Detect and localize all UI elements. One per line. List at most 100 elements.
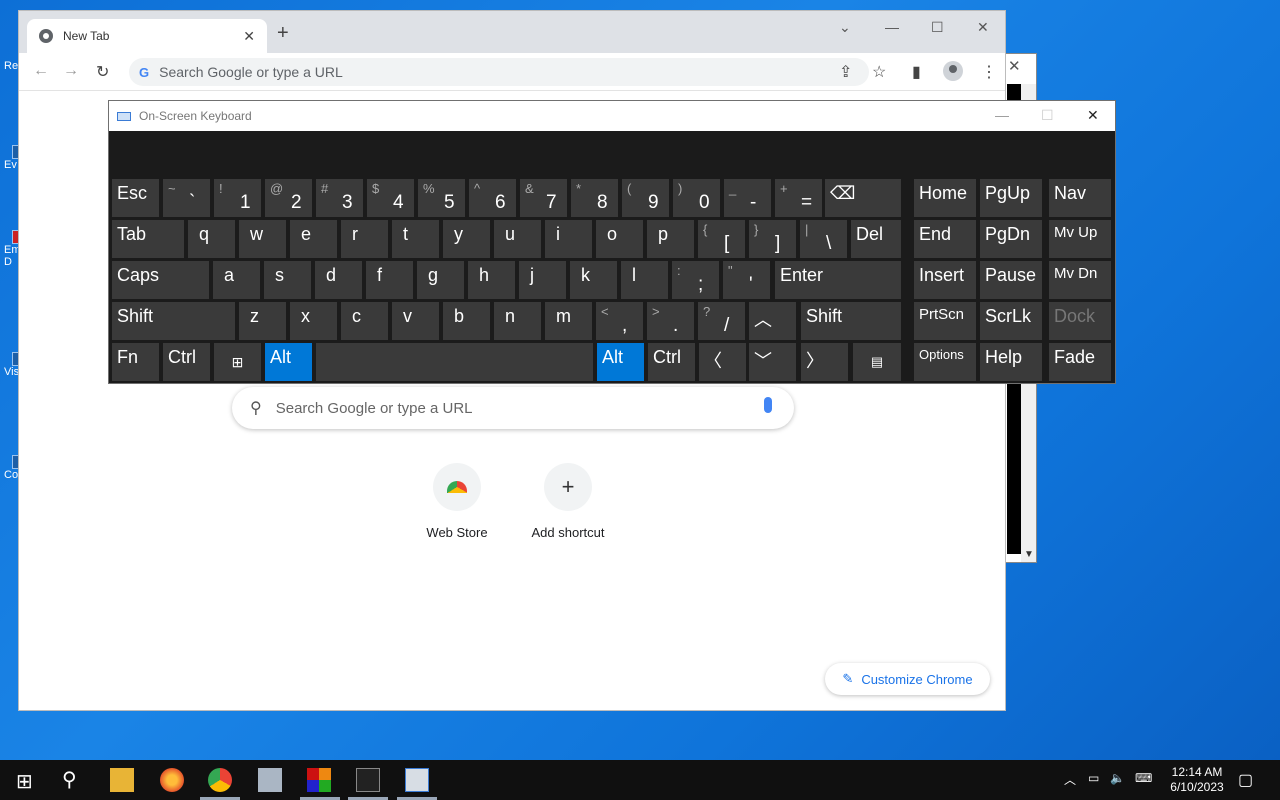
key-space[interactable]	[316, 343, 593, 381]
app-icon[interactable]	[307, 768, 331, 792]
key--[interactable]: _ -	[724, 179, 771, 217]
key-shift-right[interactable]: Shift	[801, 302, 901, 340]
key-esc[interactable]: Esc	[112, 179, 159, 217]
key-enter[interactable]: Enter	[775, 261, 901, 299]
terminal-icon[interactable]	[356, 768, 380, 792]
customize-chrome-button[interactable]: ✎ Customize Chrome	[825, 663, 990, 695]
key-0[interactable]: ) 0	[673, 179, 720, 217]
reload-button[interactable]: ↻	[96, 62, 109, 82]
star-icon[interactable]: ☆	[872, 62, 886, 82]
key-x[interactable]: x	[290, 302, 337, 340]
volume-icon[interactable]: 🔈	[1110, 771, 1125, 785]
key-a[interactable]: a	[213, 261, 260, 299]
key-tab[interactable]: Tab	[112, 220, 184, 258]
key-sym[interactable]: " '	[723, 261, 770, 299]
key-del[interactable]: Del	[851, 220, 901, 258]
key-prtscn[interactable]: PrtScn	[914, 302, 976, 340]
start-button[interactable]: ⊞	[16, 769, 33, 794]
key-sym[interactable]: ? /	[698, 302, 745, 340]
close-window-button[interactable]: ✕	[977, 19, 989, 36]
minimize-button[interactable]: —	[995, 107, 1009, 123]
key-3[interactable]: #3	[316, 179, 363, 217]
key-7[interactable]: & 7	[520, 179, 567, 217]
key-p[interactable]: p	[647, 220, 694, 258]
key-fade[interactable]: Fade	[1049, 343, 1111, 381]
key-b[interactable]: b	[443, 302, 490, 340]
key-9[interactable]: (9	[622, 179, 669, 217]
key-5[interactable]: % 5	[418, 179, 465, 217]
ntp-search-box[interactable]: ⚲ Search Google or type a URL	[232, 387, 794, 429]
key-mvdn[interactable]: Mv Dn	[1049, 261, 1111, 299]
key-r[interactable]: r	[341, 220, 388, 258]
microphone-icon[interactable]	[764, 397, 772, 413]
file-explorer-icon[interactable]	[110, 768, 134, 792]
key-e[interactable]: e	[290, 220, 337, 258]
app-icon[interactable]	[258, 768, 282, 792]
key-h[interactable]: h	[468, 261, 515, 299]
key-j[interactable]: j	[519, 261, 566, 299]
key-y[interactable]: y	[443, 220, 490, 258]
key-arrow-down[interactable]: ﹀	[749, 343, 796, 381]
key-pause[interactable]: Pause	[980, 261, 1042, 299]
key-w[interactable]: w	[239, 220, 286, 258]
key-nav[interactable]: Nav	[1049, 179, 1111, 217]
key-z[interactable]: z	[239, 302, 286, 340]
back-button[interactable]: ←	[33, 62, 49, 80]
key-windows[interactable]: ⊞	[214, 343, 261, 381]
key-sym[interactable]: | \	[800, 220, 847, 258]
key-g[interactable]: g	[417, 261, 464, 299]
key-caps[interactable]: Caps	[112, 261, 209, 299]
key-alt-left[interactable]: Alt	[265, 343, 312, 381]
key-u[interactable]: u	[494, 220, 541, 258]
key-l[interactable]: l	[621, 261, 668, 299]
key-4[interactable]: $4	[367, 179, 414, 217]
maximize-button[interactable]: ☐	[931, 19, 944, 36]
shortcut-add[interactable]: + Add shortcut	[513, 463, 623, 540]
chevron-down-icon[interactable]: ⌄	[839, 19, 851, 36]
key-options[interactable]: Options	[914, 343, 976, 381]
key-arrow-up[interactable]: ︿	[749, 302, 796, 340]
chevron-up-icon[interactable]: ︿	[1064, 771, 1076, 788]
keyboard-icon[interactable]	[405, 768, 429, 792]
key-sym[interactable]: }]	[749, 220, 796, 258]
key-8[interactable]: * 8	[571, 179, 618, 217]
keyboard-icon[interactable]: ⌨	[1135, 771, 1152, 785]
key-backspace[interactable]: ⌫	[825, 179, 901, 217]
key-c[interactable]: c	[341, 302, 388, 340]
key-i[interactable]: i	[545, 220, 592, 258]
key-ctrl-left[interactable]: Ctrl	[163, 343, 210, 381]
key-v[interactable]: v	[392, 302, 439, 340]
key-1[interactable]: ! 1	[214, 179, 261, 217]
key-o[interactable]: o	[596, 220, 643, 258]
key-2[interactable]: @2	[265, 179, 312, 217]
key-arrow-left[interactable]: 〈	[699, 343, 746, 381]
share-icon[interactable]: ⇪	[839, 62, 852, 82]
shortcut-web-store[interactable]: Web Store	[402, 463, 512, 540]
key-`[interactable]: ~ `	[163, 179, 210, 217]
firefox-icon[interactable]	[160, 768, 184, 792]
key-f[interactable]: f	[366, 261, 413, 299]
key-mvup[interactable]: Mv Up	[1049, 220, 1111, 258]
key-sym[interactable]: {[	[698, 220, 745, 258]
key-k[interactable]: k	[570, 261, 617, 299]
key-m[interactable]: m	[545, 302, 592, 340]
notification-icon[interactable]: ▢	[1238, 770, 1253, 790]
key-scrlk[interactable]: ScrLk	[980, 302, 1042, 340]
key-sym[interactable]: >.	[647, 302, 694, 340]
close-icon[interactable]: ✕	[1008, 57, 1021, 75]
forward-button[interactable]: →	[63, 62, 79, 80]
side-panel-icon[interactable]: ▮	[912, 62, 921, 82]
key-pgdn[interactable]: PgDn	[980, 220, 1042, 258]
key-sym[interactable]: <,	[596, 302, 643, 340]
key-t[interactable]: t	[392, 220, 439, 258]
key-q[interactable]: q	[188, 220, 235, 258]
key-sym[interactable]: :;	[672, 261, 719, 299]
key-ctrl-right[interactable]: Ctrl	[648, 343, 695, 381]
key-pgup[interactable]: PgUp	[980, 179, 1042, 217]
key-shift-left[interactable]: Shift	[112, 302, 235, 340]
minimize-button[interactable]: —	[885, 19, 899, 35]
close-tab-icon[interactable]: ✕	[243, 28, 255, 45]
key-home[interactable]: Home	[914, 179, 976, 217]
key-insert[interactable]: Insert	[914, 261, 976, 299]
search-icon[interactable]: ⚲	[62, 767, 77, 792]
